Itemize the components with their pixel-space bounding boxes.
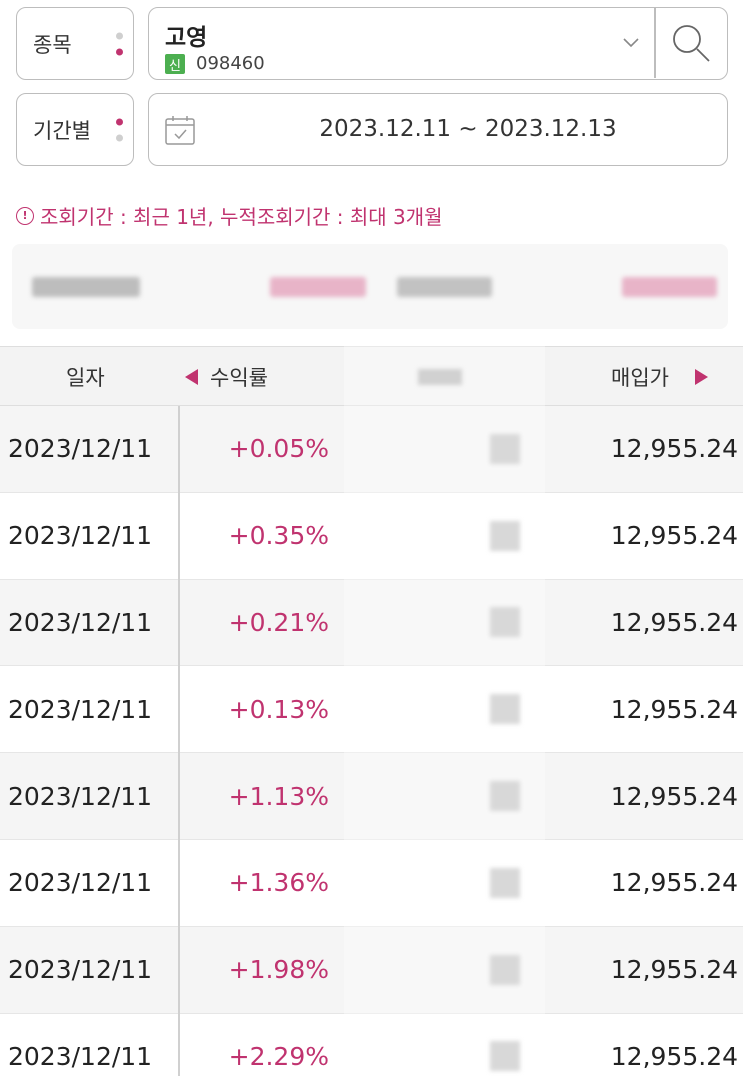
row-rate: +1.98% bbox=[228, 955, 329, 985]
stock-label: 종목 bbox=[33, 32, 72, 57]
period-label-box[interactable]: 기간별 bbox=[16, 93, 134, 166]
calendar-icon bbox=[165, 116, 195, 145]
row-rate: +1.36% bbox=[228, 868, 329, 898]
stock-name: 고영 bbox=[165, 25, 208, 51]
header-rate: 수익률 bbox=[210, 366, 268, 390]
row-buy-price: 12,955.24 bbox=[610, 955, 738, 985]
period-select[interactable]: 2023.12.11 ~ 2023.12.13 bbox=[148, 93, 728, 166]
header-rate-group: 수익률 bbox=[185, 347, 268, 407]
blurred-summary-value-1 bbox=[270, 277, 366, 297]
stock-code: 098460 bbox=[196, 53, 265, 74]
row-buy-price: 12,955.24 bbox=[610, 434, 738, 464]
blurred-summary-value-2 bbox=[622, 277, 717, 297]
row-date: 2023/12/11 bbox=[8, 781, 153, 811]
row-date: 2023/12/11 bbox=[8, 1041, 153, 1071]
stock-select[interactable]: 고영 신 098460 bbox=[148, 7, 728, 80]
blurred-summary-label-1 bbox=[32, 277, 140, 297]
column-divider bbox=[178, 406, 180, 1076]
row-date: 2023/12/11 bbox=[8, 868, 153, 898]
stock-label-box[interactable]: 종목 bbox=[16, 7, 134, 80]
row-date: 2023/12/11 bbox=[8, 434, 153, 464]
blurred-column bbox=[344, 336, 545, 1076]
row-rate: +0.05% bbox=[228, 434, 329, 464]
more-dots-icon bbox=[116, 118, 123, 141]
search-button[interactable] bbox=[655, 8, 727, 78]
row-buy-price: 12,955.24 bbox=[610, 694, 738, 724]
search-icon bbox=[673, 25, 710, 62]
row-buy-price: 12,955.24 bbox=[610, 781, 738, 811]
arrow-right-icon[interactable] bbox=[694, 369, 708, 385]
row-rate: +1.13% bbox=[228, 781, 329, 811]
row-rate: +0.13% bbox=[228, 694, 329, 724]
notice: ! 조회기간 : 최근 1년, 누적조회기간 : 최대 3개월 bbox=[16, 201, 443, 230]
blurred-summary-label-2 bbox=[397, 277, 492, 297]
header-buy-group: 매입가 bbox=[611, 347, 708, 407]
new-badge: 신 bbox=[165, 54, 185, 74]
row-rate: +0.21% bbox=[228, 607, 329, 637]
info-icon: ! bbox=[16, 206, 34, 225]
row-buy-price: 12,955.24 bbox=[610, 607, 738, 637]
period-range: 2023.12.11 ~ 2023.12.13 bbox=[319, 116, 617, 142]
arrow-left-icon[interactable] bbox=[185, 369, 198, 385]
row-rate: +2.29% bbox=[228, 1041, 329, 1071]
header-buy-price: 매입가 bbox=[611, 366, 669, 390]
chevron-down-icon[interactable] bbox=[621, 32, 641, 52]
period-label: 기간별 bbox=[33, 118, 91, 143]
row-date: 2023/12/11 bbox=[8, 955, 153, 985]
more-dots-icon bbox=[116, 32, 123, 55]
row-date: 2023/12/11 bbox=[8, 607, 153, 637]
header-date: 일자 bbox=[66, 366, 105, 390]
summary-panel bbox=[12, 244, 728, 329]
row-date: 2023/12/11 bbox=[8, 521, 153, 551]
row-buy-price: 12,955.24 bbox=[610, 1041, 738, 1071]
row-buy-price: 12,955.24 bbox=[610, 521, 738, 551]
row-buy-price: 12,955.24 bbox=[610, 868, 738, 898]
row-date: 2023/12/11 bbox=[8, 694, 153, 724]
row-rate: +0.35% bbox=[228, 521, 329, 551]
notice-text: 조회기간 : 최근 1년, 누적조회기간 : 최대 3개월 bbox=[40, 205, 443, 229]
